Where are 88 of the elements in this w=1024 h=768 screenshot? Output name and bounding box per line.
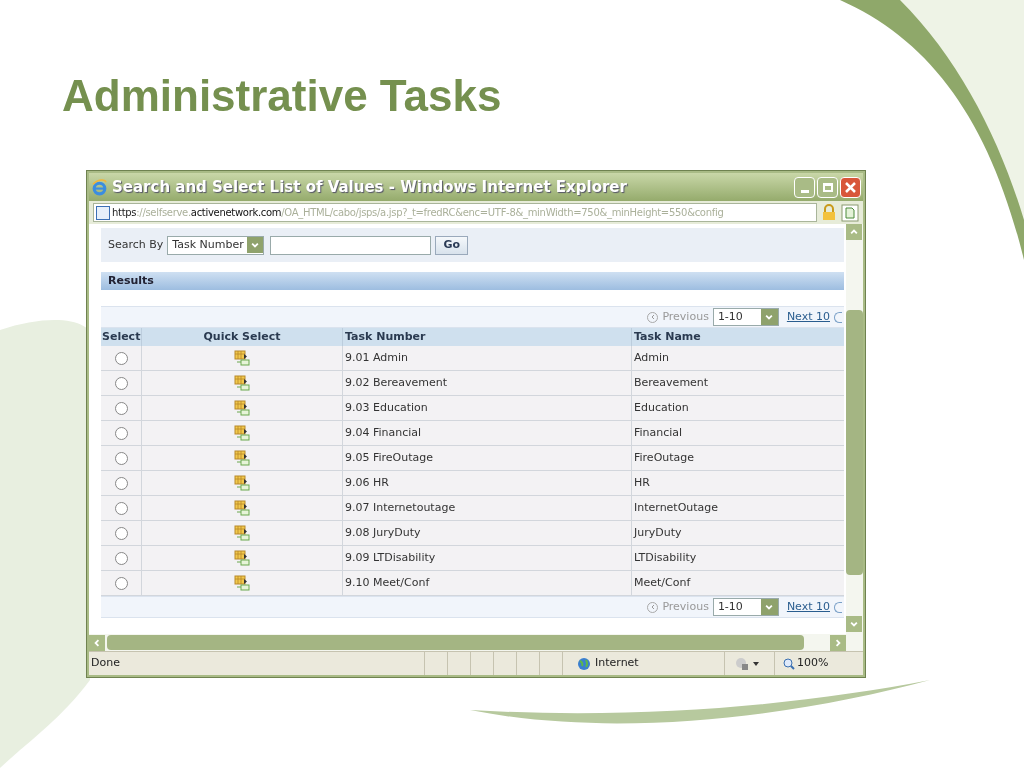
search-input-field[interactable]: [270, 235, 432, 255]
table-cell-text: Bereavement: [634, 374, 709, 391]
table-cell-text: 9.07 Internetoutage: [345, 499, 456, 516]
search-by-label: Search By: [108, 236, 164, 253]
caret-icon: [764, 602, 775, 612]
next-link[interactable]: Next 10: [786, 598, 830, 616]
select-radio[interactable]: [115, 401, 128, 415]
quick-select-icon[interactable]: [234, 575, 250, 591]
select-radio[interactable]: [115, 501, 128, 515]
table-cell-text: HR: [634, 474, 650, 491]
quick-select-icon[interactable]: [234, 375, 250, 391]
table-cell-text: FireOutage: [634, 449, 695, 466]
zoom-icon: [783, 657, 795, 670]
table-row[interactable]: 9.09 LTDisability LTDisability: [101, 546, 844, 571]
quick-select-icon[interactable]: [234, 450, 250, 466]
table-row[interactable]: 9.06 HR HR: [101, 471, 844, 496]
table-cell-text: 9.10 Meet/Conf: [345, 574, 430, 591]
table-cell-text: InternetOutage: [634, 499, 719, 516]
dropdown-arrow-icon[interactable]: [753, 661, 759, 666]
maximize-button[interactable]: [817, 176, 838, 198]
table-row[interactable]: 9.05 FireOutage FireOutage: [101, 446, 844, 471]
globe-icon: [577, 656, 591, 671]
quick-select-icon[interactable]: [234, 525, 250, 541]
vertical-scrollbar[interactable]: [846, 224, 863, 634]
select-radio[interactable]: [115, 376, 128, 390]
scroll-left-icon: [92, 637, 102, 648]
select-radio[interactable]: [115, 526, 128, 540]
table-cell-text: 9.09 LTDisability: [345, 549, 436, 566]
table-cell-text: 9.06 HR: [345, 474, 389, 491]
range-select[interactable]: 1-10: [712, 598, 779, 616]
table-cell-text: JuryDuty: [634, 524, 682, 541]
quick-select-icon[interactable]: [234, 400, 250, 416]
select-radio[interactable]: [115, 576, 128, 590]
select-radio[interactable]: [115, 426, 128, 440]
column-header: Task Number: [345, 328, 426, 345]
minimize-button[interactable]: [794, 176, 815, 198]
table-row[interactable]: 9.07 Internetoutage InternetOutage: [101, 496, 844, 521]
window-title: Search and Select List of Values - Windows Internet Explorer: [112, 176, 627, 198]
close-icon: [845, 181, 856, 193]
zoom-level-button[interactable]: 100%: [797, 655, 829, 672]
table-cell-text: 9.01 Admin: [345, 349, 409, 366]
search-by-select[interactable]: Task Number: [167, 235, 265, 255]
table-cell-text: 9.05 FireOutage: [345, 449, 434, 466]
table-cell-text: 9.04 Financial: [345, 424, 422, 441]
column-header: Task Name: [634, 328, 701, 345]
table-row[interactable]: 9.03 Education Education: [101, 396, 844, 421]
quick-select-icon[interactable]: [234, 425, 250, 441]
table-cell-text: LTDisability: [634, 549, 697, 566]
column-header: Quick Select: [203, 328, 281, 345]
select-radio[interactable]: [115, 476, 128, 490]
lock-icon[interactable]: [821, 204, 837, 221]
select-radio[interactable]: [115, 351, 128, 365]
select-radio[interactable]: [115, 451, 128, 465]
caret-icon: [250, 240, 261, 250]
table-cell-text: Meet/Conf: [634, 574, 691, 591]
table-cell-text: Admin: [634, 349, 670, 366]
slide-title: Administrative Tasks: [62, 70, 503, 122]
close-button[interactable]: [840, 176, 861, 198]
quick-select-icon[interactable]: [234, 550, 250, 566]
table-row[interactable]: 9.10 Meet/Conf Meet/Conf: [101, 571, 844, 596]
horizontal-scrollbar[interactable]: [89, 634, 863, 651]
table-cell-text: 9.08 JuryDuty: [345, 524, 421, 541]
browser-logo-icon: [91, 178, 108, 196]
table-row[interactable]: 9.04 Financial Financial: [101, 421, 844, 446]
scroll-up-icon: [849, 227, 859, 237]
compatibility-icon[interactable]: [841, 203, 859, 222]
scroll-down-icon: [849, 619, 859, 629]
address-field[interactable]: https://selfserve.activenetwork.com/OA_HTML/cabo/jsps/a.jsp?_t=fredRC&enc=UTF-8&_minWidth=750&_minHeight=550&config: [93, 203, 817, 222]
table-cell-text: Financial: [634, 424, 683, 441]
quick-select-icon[interactable]: [234, 475, 250, 491]
table-row[interactable]: 9.08 JuryDuty JuryDuty: [101, 521, 844, 546]
table-row[interactable]: 9.02 Bereavement Bereavement: [101, 371, 844, 396]
select-radio[interactable]: [115, 551, 128, 565]
column-header: Select: [102, 328, 141, 345]
table-cell-text: 9.03 Education: [345, 399, 428, 416]
results-header: Results: [101, 272, 844, 290]
status-text: Done: [90, 655, 121, 672]
security-zone-text: Internet: [595, 655, 639, 672]
range-select[interactable]: 1-10: [712, 308, 779, 326]
table-cell-text: Education: [634, 399, 689, 416]
scroll-right-icon: [833, 637, 843, 648]
table-cell-text: 9.02 Bereavement: [345, 374, 448, 391]
quick-select-icon[interactable]: [234, 500, 250, 516]
quick-select-icon[interactable]: [234, 350, 250, 366]
caret-icon: [764, 312, 775, 322]
go-button[interactable]: Go: [435, 235, 469, 255]
next-link[interactable]: Next 10: [786, 308, 830, 326]
table-row[interactable]: 9.01 Admin Admin: [101, 346, 844, 371]
